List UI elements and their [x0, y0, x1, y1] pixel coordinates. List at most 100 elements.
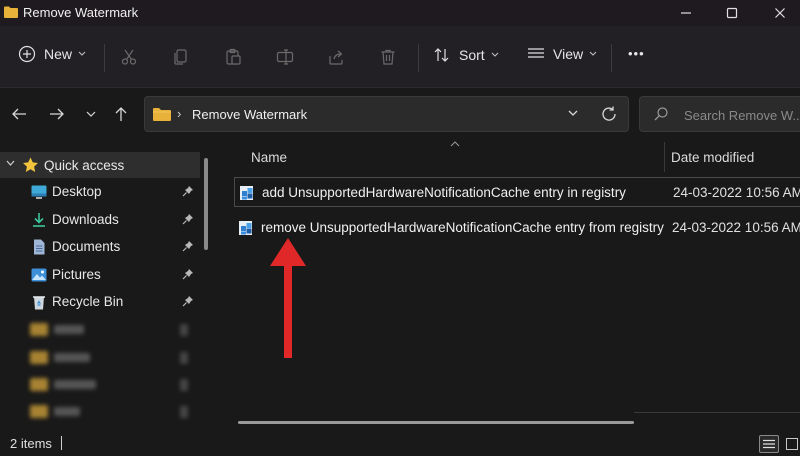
view-list-icon	[528, 48, 544, 58]
search-input[interactable]: Search Remove W...	[639, 96, 800, 132]
file-name: remove UnsupportedHardwareNotificationCa…	[261, 220, 664, 235]
trash-icon	[381, 49, 395, 65]
details-view-button[interactable]	[759, 435, 779, 453]
chevron-down-icon	[86, 111, 96, 117]
column-header-name[interactable]: Name	[251, 150, 287, 165]
file-date-modified: 24-03-2022 10:56 AM	[672, 220, 800, 235]
new-button[interactable]: New	[18, 45, 86, 63]
address-bar[interactable]: › Remove Watermark	[144, 96, 629, 132]
pin-icon[interactable]	[182, 268, 194, 280]
clipboard-icon	[226, 48, 241, 65]
copy-button[interactable]	[170, 46, 192, 68]
folder-icon	[30, 323, 48, 336]
title-bar: Remove Watermark	[0, 0, 800, 26]
scissors-icon	[121, 49, 137, 65]
sidebar-item-label: Desktop	[52, 184, 102, 199]
sidebar-item-label: Downloads	[52, 212, 119, 227]
pin-icon[interactable]	[182, 295, 194, 307]
annotation-arrow-icon	[270, 238, 306, 358]
chevron-down-icon	[589, 51, 597, 56]
sidebar-item-blurred[interactable]	[28, 402, 198, 422]
sidebar-item-blurred[interactable]	[28, 348, 198, 368]
plus-circle-icon	[18, 45, 36, 63]
folder-icon	[30, 378, 48, 391]
view-button[interactable]: View	[527, 46, 597, 62]
chevron-down-icon	[491, 52, 499, 57]
more-options-button[interactable]: •••	[628, 46, 645, 61]
view-label: View	[553, 46, 584, 62]
tiles-view-button[interactable]	[783, 435, 800, 453]
back-button[interactable]	[8, 104, 30, 124]
breadcrumb-separator: ›	[177, 106, 182, 121]
chevron-down-icon[interactable]	[6, 160, 15, 167]
sidebar-item-label: Documents	[52, 239, 121, 254]
sidebar-scrollbar[interactable]	[204, 158, 208, 250]
refresh-icon[interactable]	[600, 105, 618, 123]
search-placeholder: Search Remove W...	[684, 108, 800, 123]
navigation-row: › Remove Watermark Search Remove W...	[0, 88, 800, 140]
folder-icon	[4, 6, 18, 18]
arrow-up-icon	[115, 107, 127, 121]
share-icon	[329, 50, 343, 65]
documents-icon	[34, 239, 45, 255]
sidebar-item-desktop[interactable]: Desktop	[0, 178, 200, 205]
horizontal-scrollbar[interactable]	[238, 421, 634, 424]
sort-arrows-icon	[434, 48, 449, 62]
up-button[interactable]	[110, 104, 132, 124]
window-title: Remove Watermark	[23, 5, 139, 20]
status-bar: 2 items	[0, 430, 800, 456]
toolbar-divider	[611, 44, 612, 72]
delete-button[interactable]	[377, 46, 399, 68]
close-icon	[775, 8, 785, 18]
sidebar-item-label: Pictures	[52, 267, 101, 282]
minimize-button[interactable]	[666, 0, 706, 26]
share-button[interactable]	[326, 46, 348, 68]
registry-file-icon	[239, 221, 252, 235]
new-label: New	[44, 46, 73, 62]
paste-button[interactable]	[222, 46, 244, 68]
column-header-date-modified[interactable]: Date modified	[671, 150, 754, 165]
sidebar-item-downloads[interactable]: Downloads	[0, 206, 200, 233]
toolbar-divider	[104, 44, 105, 72]
chevron-down-icon[interactable]	[567, 108, 579, 118]
cut-button[interactable]	[118, 46, 140, 68]
sidebar-item-blurred[interactable]	[28, 320, 198, 340]
table-row[interactable]: add UnsupportedHardwareNotificationCache…	[234, 177, 800, 207]
recent-locations-button[interactable]	[80, 104, 102, 124]
desktop-icon	[31, 185, 47, 199]
column-divider[interactable]	[664, 142, 665, 172]
pin-icon[interactable]	[182, 240, 194, 252]
sidebar-item-pictures[interactable]: Pictures	[0, 261, 200, 288]
breadcrumb[interactable]: Remove Watermark	[192, 107, 307, 122]
tiles-view-icon	[786, 438, 798, 450]
pictures-icon	[31, 268, 47, 282]
navigation-pane: Quick access Desktop Downloads Documents	[0, 140, 214, 430]
details-view-icon	[763, 439, 775, 449]
forward-button[interactable]	[46, 104, 68, 124]
pin-icon[interactable]	[182, 185, 194, 197]
pin-icon[interactable]	[182, 213, 194, 225]
sidebar-item-documents[interactable]: Documents	[0, 233, 200, 260]
arrow-right-icon	[50, 108, 64, 120]
table-row[interactable]: remove UnsupportedHardwareNotificationCa…	[234, 213, 800, 243]
minimize-icon	[681, 12, 691, 14]
sort-ascending-icon	[450, 141, 460, 147]
downloads-icon	[33, 213, 45, 227]
sidebar-item-label: Quick access	[44, 158, 125, 173]
maximize-button[interactable]	[712, 0, 752, 26]
folder-icon	[30, 405, 48, 418]
sort-button[interactable]: Sort	[433, 46, 499, 64]
close-button[interactable]	[760, 0, 800, 26]
rename-button[interactable]	[274, 46, 296, 68]
file-name: add UnsupportedHardwareNotificationCache…	[262, 185, 626, 200]
star-icon	[23, 157, 38, 172]
command-bar: New Sort View •••	[0, 26, 800, 88]
registry-file-icon	[240, 186, 253, 200]
sidebar-item-quick-access[interactable]: Quick access	[0, 152, 200, 178]
maximize-icon	[726, 7, 738, 19]
chevron-down-icon	[78, 51, 86, 56]
toolbar-divider	[418, 44, 419, 72]
sidebar-item-blurred[interactable]	[28, 375, 198, 395]
sidebar-item-recycle-bin[interactable]: Recycle Bin	[0, 288, 200, 315]
item-count: 2 items	[10, 436, 52, 451]
